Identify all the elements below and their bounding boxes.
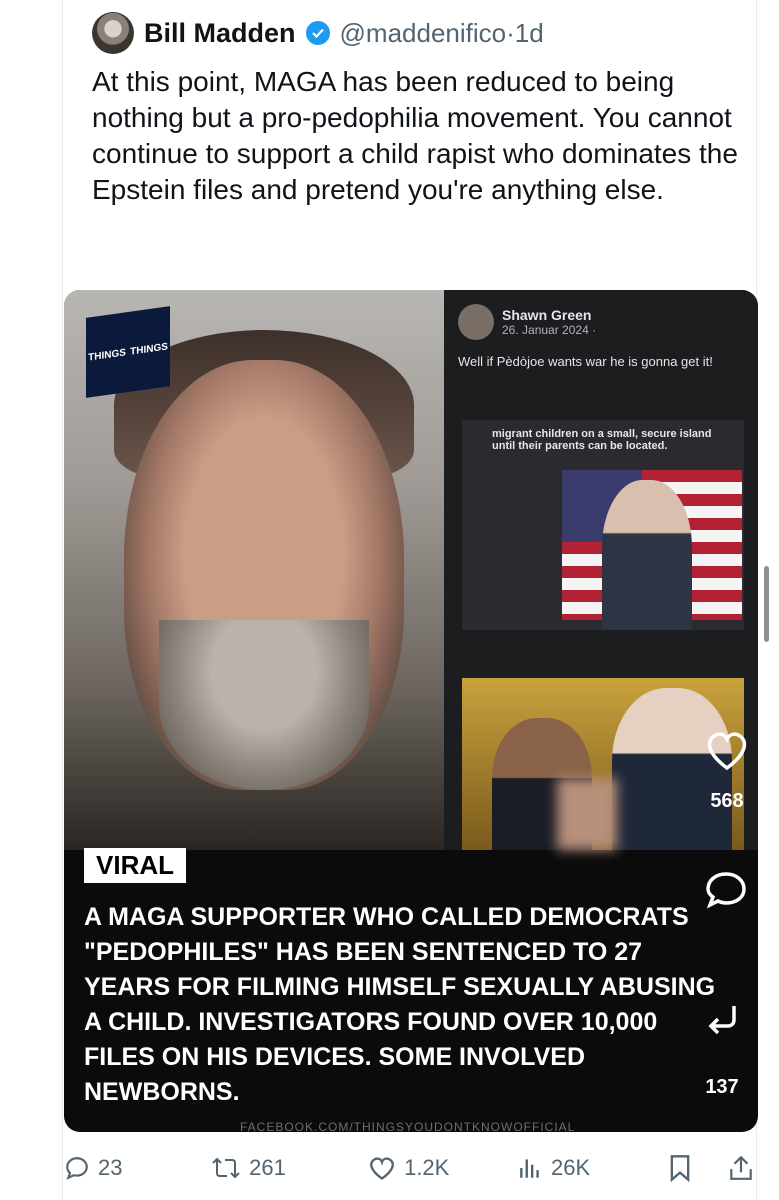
overlay-share[interactable]: 137 (704, 1000, 740, 1099)
speaker-figure (602, 480, 692, 630)
logo-text-right: THINGS (130, 340, 168, 358)
logo-text-left: THINGS (88, 346, 126, 364)
verified-badge-icon (305, 21, 330, 45)
repost-button[interactable]: 261 (211, 1155, 350, 1181)
blurred-area (557, 778, 617, 850)
viral-label: VIRAL (84, 848, 186, 883)
reply-arrow-icon (708, 1006, 736, 1035)
tweet-text: At this point, MAGA has been reduced to … (92, 66, 738, 205)
fb-inner-caption: migrant children on a small, secure isla… (492, 428, 712, 452)
tweet-header: Bill Madden @maddenifico·1d (92, 10, 544, 56)
tweet-actions: 23 261 1.2K 26K (64, 1148, 754, 1188)
author-handle[interactable]: @maddenifico·1d (340, 18, 544, 49)
repost-count: 261 (249, 1155, 286, 1180)
mugshot-photo: THINGS THINGS (64, 290, 464, 850)
views-chart-icon (520, 1159, 539, 1178)
heart-icon (707, 732, 747, 771)
fb-avatar (458, 304, 494, 340)
author-name[interactable]: Bill Madden (144, 18, 296, 49)
like-heart-icon (370, 1157, 394, 1180)
avatar[interactable] (92, 12, 134, 54)
like-button[interactable]: 1.2K (368, 1155, 507, 1181)
like-count: 1.2K (404, 1155, 450, 1180)
beard (159, 620, 369, 790)
reply-icon (66, 1157, 88, 1180)
overlay-like-count: 568 (710, 790, 744, 812)
fb-post-header: Shawn Green 26. Januar 2024 · (458, 304, 596, 340)
views-count: 26K (551, 1155, 591, 1180)
bookmark-button[interactable] (668, 1154, 692, 1182)
repost-icon (212, 1157, 240, 1179)
scrollbar-thumb[interactable] (764, 566, 769, 642)
fb-second-photo (462, 678, 744, 850)
fb-name: Shawn Green (502, 307, 592, 323)
reply-button[interactable]: 23 (64, 1155, 173, 1181)
fb-post-text: Well if Pèdòjoe wants war he is gonna ge… (458, 354, 713, 369)
image-headline: A MAGA SUPPORTER WHO CALLED DEMOCRATS "P… (84, 903, 716, 1106)
fb-date: 26. Januar 2024 · (502, 323, 597, 337)
tweet-media-image[interactable]: THINGS THINGS Shawn Green 26. Januar 202… (64, 290, 758, 1132)
overlay-comment[interactable] (704, 870, 748, 910)
fb-meta: Shawn Green 26. Januar 2024 · (502, 307, 596, 337)
bookmark-icon (670, 1155, 690, 1182)
share-button[interactable] (728, 1154, 754, 1182)
comment-bubble-icon (706, 872, 746, 909)
views-button[interactable]: 26K (517, 1155, 646, 1181)
things-logo: THINGS THINGS (86, 306, 170, 398)
share-upload-icon (730, 1155, 752, 1180)
fb-inner-image: migrant children on a small, secure isla… (462, 420, 744, 630)
image-source: FACEBOOK.COM/THINGSYOUDONTKNOWOFFICIAL (240, 1120, 576, 1132)
reply-count: 23 (98, 1155, 123, 1180)
overlay-share-count: 137 (705, 1076, 739, 1098)
overlay-like[interactable]: 568 (704, 730, 750, 813)
